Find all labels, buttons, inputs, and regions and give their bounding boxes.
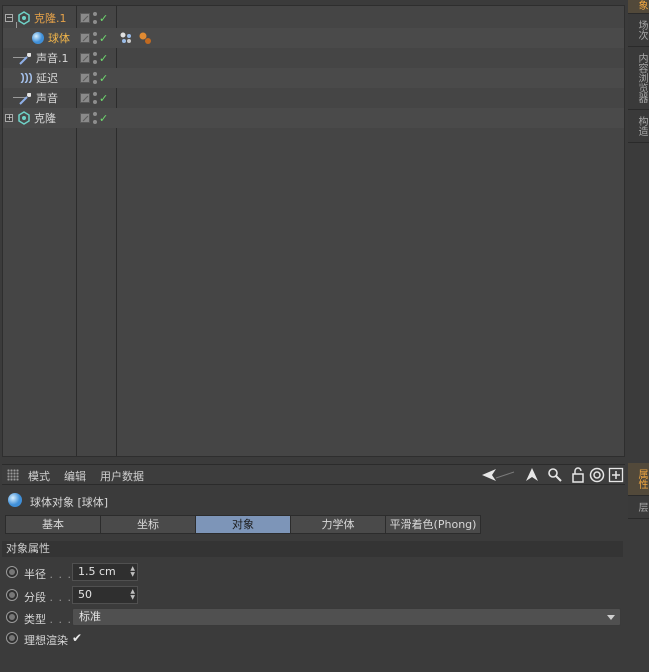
side-tab-attributes[interactable]: 属性 xyxy=(628,463,649,496)
object-name[interactable]: 克隆 xyxy=(34,110,56,126)
object-row[interactable]: 声音.1 ✓ xyxy=(3,48,624,68)
target-icon[interactable] xyxy=(589,467,605,483)
back-arrow-icon[interactable] xyxy=(480,467,516,483)
sphere-tag-icon[interactable] xyxy=(119,31,133,45)
side-tabs-top: 象 场次 内容浏览器 构造 xyxy=(628,0,649,143)
object-row[interactable]: − 克隆.1 ✓ xyxy=(3,8,624,28)
object-name[interactable]: 声音 xyxy=(36,90,58,106)
segments-value: 50 xyxy=(78,588,92,601)
visibility-dots-icon[interactable] xyxy=(93,72,97,84)
side-tab-structure[interactable]: 构造 xyxy=(628,110,649,143)
side-tab-takes[interactable]: 场次 xyxy=(628,14,649,47)
attribute-title: 球体对象 [球体] xyxy=(30,496,109,509)
object-name[interactable]: 声音.1 xyxy=(36,50,69,66)
editor-visibility-flag[interactable] xyxy=(80,53,90,63)
editor-visibility-flag[interactable] xyxy=(80,93,90,103)
enabled-check-icon[interactable]: ✓ xyxy=(99,112,108,125)
visibility-dots-icon[interactable] xyxy=(93,92,97,104)
new-panel-icon[interactable] xyxy=(608,467,624,483)
tab-dynamics-body[interactable]: 力学体 xyxy=(290,515,386,534)
cloner-icon xyxy=(18,111,30,125)
render-perfect-row: 理想渲染 ✔ xyxy=(6,629,623,649)
radius-input[interactable]: 1.5 cm ▲ ▼ xyxy=(72,563,138,581)
object-name[interactable]: 克隆.1 xyxy=(34,10,67,26)
visibility-dots-icon[interactable] xyxy=(93,112,97,124)
visibility-dots-icon[interactable] xyxy=(93,52,97,64)
up-arrow-icon[interactable] xyxy=(524,467,540,483)
material-tag-icon[interactable] xyxy=(138,31,152,45)
side-tab-content-browser[interactable]: 内容浏览器 xyxy=(628,47,649,110)
editor-visibility-flag[interactable] xyxy=(80,13,90,23)
side-tabs-bottom: 属性 层 xyxy=(628,463,649,519)
lock-icon[interactable] xyxy=(570,467,586,483)
menu-edit[interactable]: 编辑 xyxy=(64,468,86,484)
label-dots: . . . xyxy=(49,613,72,626)
enabled-check-icon[interactable]: ✓ xyxy=(99,72,108,85)
animate-radio-icon[interactable] xyxy=(6,589,18,601)
attribute-tabs: 基本 坐标 对象 力学体 平滑着色(Phong) xyxy=(5,515,481,534)
object-row[interactable]: 球体 ✓ xyxy=(3,28,624,48)
animate-radio-icon[interactable] xyxy=(6,632,18,644)
visibility-dots-icon[interactable] xyxy=(93,32,97,44)
segments-label: 分段 xyxy=(24,591,46,604)
object-name[interactable]: 延迟 xyxy=(36,70,58,86)
object-row[interactable]: + 克隆 ✓ xyxy=(3,108,624,128)
visibility-dots-icon[interactable] xyxy=(93,12,97,24)
sphere-icon xyxy=(32,32,44,44)
enabled-check-icon[interactable]: ✓ xyxy=(99,52,108,65)
label-dots: . . . xyxy=(49,591,72,604)
collapse-toggle[interactable]: − xyxy=(5,14,13,22)
render-perfect-label: 理想渲染 xyxy=(24,634,68,647)
tab-coordinates[interactable]: 坐标 xyxy=(100,515,196,534)
object-row[interactable]: 声音 ✓ xyxy=(3,88,624,108)
enabled-check-icon[interactable]: ✓ xyxy=(99,32,108,45)
sound-icon xyxy=(19,93,31,105)
label-dots: . . . xyxy=(49,568,72,581)
segments-row: 分段 . . . 50 ▲ ▼ xyxy=(6,586,623,606)
segments-input[interactable]: 50 ▲ ▼ xyxy=(72,586,138,604)
object-manager: − 克隆.1 ✓ 球体 ✓ 声音.1 ✓ 延迟 ✓ 声音 ✓ + 克隆 ✓ xyxy=(2,5,625,457)
type-select[interactable]: 标准 xyxy=(72,608,621,626)
radius-label: 半径 xyxy=(24,568,46,581)
menu-user-data[interactable]: 用户数据 xyxy=(100,468,144,484)
search-icon[interactable] xyxy=(547,467,563,483)
animate-radio-icon[interactable] xyxy=(6,611,18,623)
tab-phong[interactable]: 平滑着色(Phong) xyxy=(385,515,481,534)
editor-visibility-flag[interactable] xyxy=(80,73,90,83)
sphere-icon xyxy=(8,493,22,507)
enabled-check-icon[interactable]: ✓ xyxy=(99,92,108,105)
object-row[interactable]: 延迟 ✓ xyxy=(3,68,624,88)
side-tab-objects[interactable]: 象 xyxy=(628,0,649,14)
delay-icon xyxy=(20,73,32,83)
type-row: 类型 . . . 标准 xyxy=(6,608,623,628)
tab-basic[interactable]: 基本 xyxy=(5,515,101,534)
type-label: 类型 xyxy=(24,613,46,626)
side-tab-layers[interactable]: 层 xyxy=(628,496,649,519)
sound-icon xyxy=(19,53,31,65)
expand-toggle[interactable]: + xyxy=(5,114,13,122)
enabled-check-icon[interactable]: ✓ xyxy=(99,12,108,25)
tab-object[interactable]: 对象 xyxy=(195,515,291,534)
attribute-toolbar: 模式 编辑 用户数据 xyxy=(2,464,625,485)
spinner-arrows-icon[interactable]: ▲ ▼ xyxy=(130,566,135,578)
radius-row: 半径 . . . 1.5 cm ▲ ▼ xyxy=(6,563,623,583)
type-value: 标准 xyxy=(79,610,101,623)
object-name[interactable]: 球体 xyxy=(48,30,70,46)
render-perfect-checkbox[interactable]: ✔ xyxy=(72,631,82,645)
section-header: 对象属性 xyxy=(2,541,623,557)
chevron-down-icon xyxy=(607,615,615,620)
editor-visibility-flag[interactable] xyxy=(80,113,90,123)
menu-mode[interactable]: 模式 xyxy=(28,468,50,484)
radius-value: 1.5 cm xyxy=(78,565,116,578)
animate-radio-icon[interactable] xyxy=(6,566,18,578)
spinner-arrows-icon[interactable]: ▲ ▼ xyxy=(130,589,135,601)
cloner-icon xyxy=(18,11,30,25)
grip-handle-icon[interactable] xyxy=(7,469,19,481)
editor-visibility-flag[interactable] xyxy=(80,33,90,43)
attribute-header: 球体对象 [球体] xyxy=(2,490,625,512)
